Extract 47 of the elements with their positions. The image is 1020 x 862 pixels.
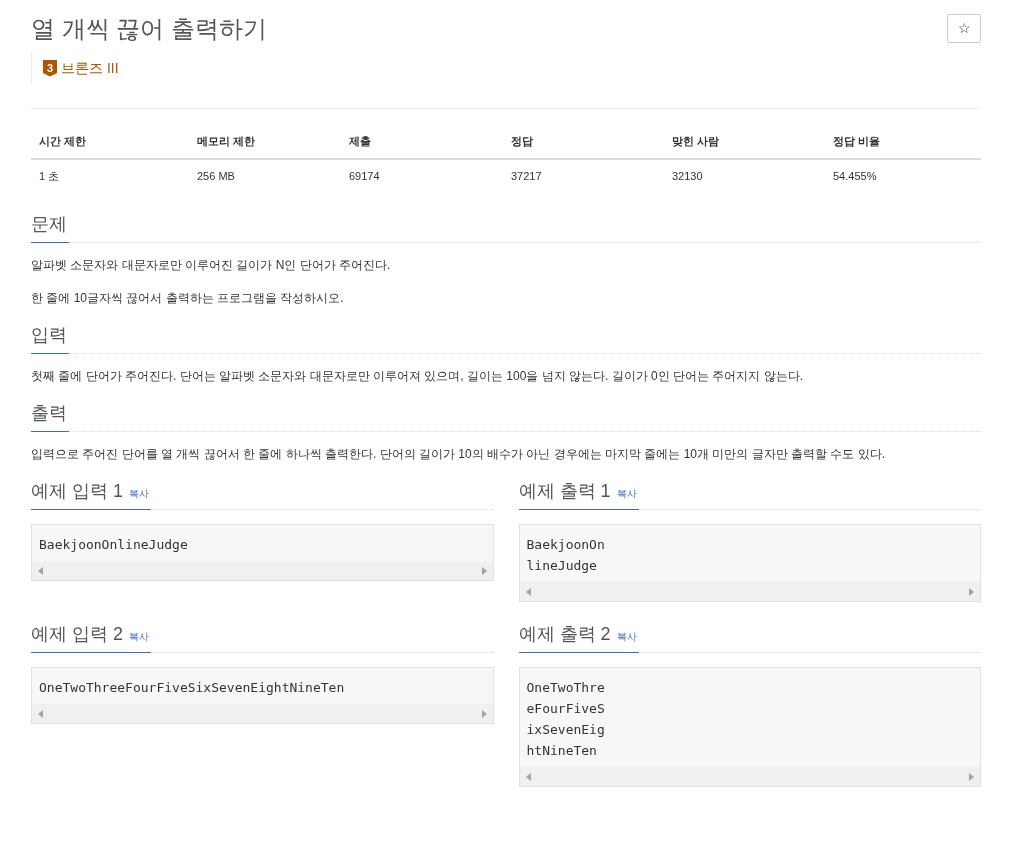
sample-text: OneTwoThreeFourFiveSixSevenEightNineTen <box>38 679 346 697</box>
column-header: 시간 제한 <box>31 125 189 159</box>
column-header: 맞힌 사람 <box>664 125 825 159</box>
table-cell: 1 초 <box>31 158 189 192</box>
copy-link[interactable]: 복사 <box>129 486 149 501</box>
scroll-right-icon[interactable] <box>969 772 974 781</box>
column-header: 제출 <box>341 125 503 159</box>
section-heading: 예제 출력 2 <box>518 623 611 646</box>
scroll-right-icon[interactable] <box>969 587 974 596</box>
table-cell: 54.455% <box>825 158 981 192</box>
scroll-left-icon[interactable] <box>525 772 531 781</box>
copy-link[interactable]: 복사 <box>129 629 149 644</box>
sample-text: BaekjoonOn lineJudge <box>525 536 606 575</box>
scroll-left-icon[interactable] <box>38 566 43 575</box>
scroll-left-icon[interactable] <box>38 709 43 718</box>
paragraph: 첫째 줄에 단어가 주어진다. 단어는 알파벳 소문자와 대문자로만 이루어져 있으며, 길이는 100을 넘지 않는다. 길이가 0인 단어는 주어지지 않는다. <box>31 368 805 385</box>
scroll-left-icon[interactable] <box>525 587 531 596</box>
section-heading: 예제 입력 1 <box>31 480 123 503</box>
sample-text: BaekjoonOnlineJudge <box>38 536 189 554</box>
scroll-right-icon[interactable] <box>481 709 487 718</box>
copy-link[interactable]: 복사 <box>616 486 637 501</box>
paragraph: 알파벳 소문자와 대문자로만 이루어진 길이가 N인 단어가 주어진다. <box>31 257 392 274</box>
column-header: 메모리 제한 <box>189 125 341 159</box>
section-heading: 문제 <box>31 213 67 236</box>
table-cell: 69174 <box>341 158 503 192</box>
section-heading: 출력 <box>31 402 67 425</box>
table-cell: 37217 <box>503 158 664 192</box>
horizontal-scrollbar[interactable] <box>32 561 493 580</box>
column-header: 정답 비율 <box>825 125 981 159</box>
section-heading: 예제 출력 1 <box>518 480 611 503</box>
paragraph: 입력으로 주어진 단어를 열 개씩 끊어서 한 줄에 하나씩 출력한다. 단어의 길이가 10의 배수가 아닌 경우에는 마지막 줄에는 10개 미만의 글자만 출력할 수도 있다. <box>31 446 887 463</box>
sample-text: OneTwoThre eFourFiveS ixSevenEig htNineTen <box>525 679 606 760</box>
horizontal-scrollbar[interactable] <box>32 704 493 723</box>
table-cell: 256 MB <box>189 158 341 192</box>
problem-title: 열 개씩 끊어 출력하기 <box>31 14 267 44</box>
horizontal-scrollbar[interactable] <box>519 582 980 601</box>
horizontal-scrollbar[interactable] <box>519 767 980 786</box>
section-heading: 입력 <box>31 324 67 347</box>
tier-badge: 3 <box>43 59 57 77</box>
table-cell: 32130 <box>664 158 825 192</box>
scroll-right-icon[interactable] <box>481 566 487 575</box>
star-button[interactable]: ☆ <box>947 14 981 43</box>
paragraph: 한 줄에 10글자씩 끊어서 출력하는 프로그램을 작성하시오. <box>31 290 345 307</box>
tier-label[interactable]: 브론즈 III <box>61 57 119 79</box>
column-header: 정답 <box>503 125 664 159</box>
copy-link[interactable]: 복사 <box>616 629 637 644</box>
section-heading: 예제 입력 2 <box>31 623 123 646</box>
